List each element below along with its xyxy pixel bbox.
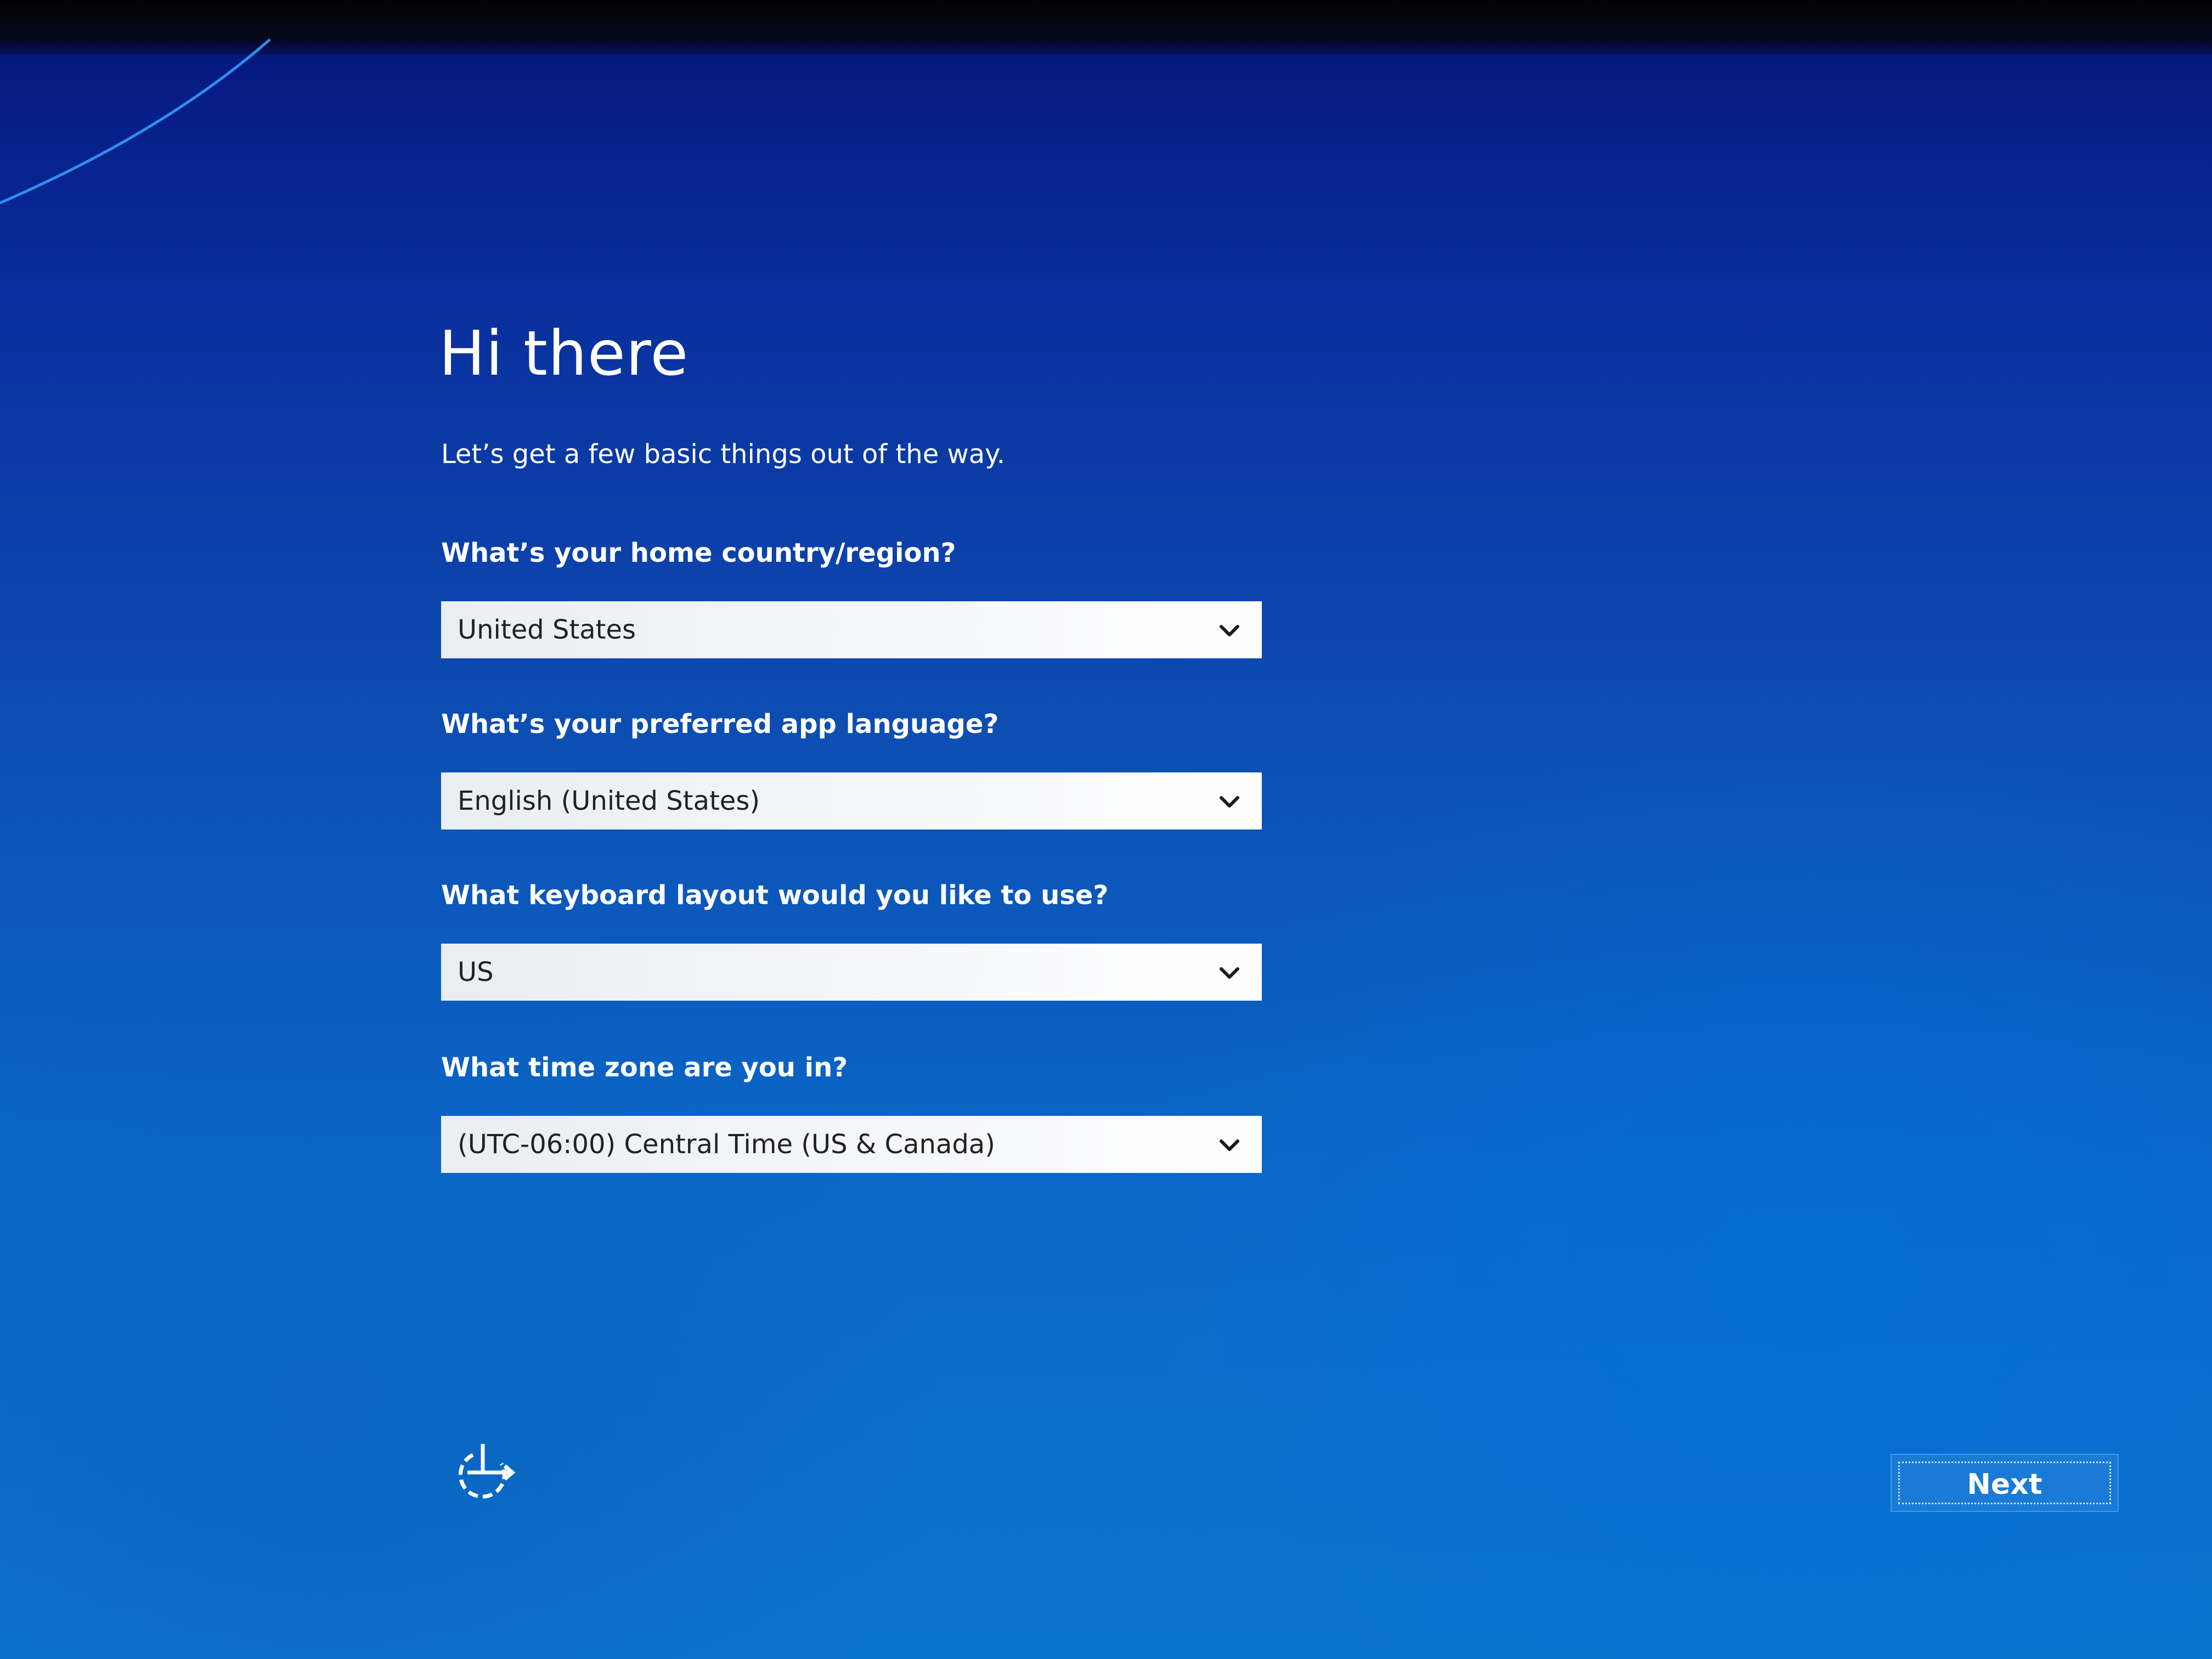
setup-screen: Hi there Let’s get a few basic things ou…: [0, 0, 2212, 1659]
chevron-down-icon: [1220, 625, 1239, 636]
country-select[interactable]: United States: [441, 601, 1262, 658]
next-button-label: Next: [1967, 1468, 2042, 1501]
timezone-select[interactable]: (UTC-06:00) Central Time (US & Canada): [441, 1116, 1262, 1173]
next-button[interactable]: Next: [1891, 1454, 2119, 1512]
chevron-down-icon: [1220, 796, 1239, 808]
language-select-value: English (United States): [458, 786, 760, 816]
chevron-down-icon: [1220, 967, 1239, 979]
ease-of-access-icon[interactable]: [451, 1440, 517, 1505]
page-title: Hi there: [439, 318, 689, 390]
keyboard-question: What keyboard layout would you like to u…: [441, 880, 1109, 911]
decorative-arc: [0, 38, 271, 205]
country-select-value: United States: [458, 614, 636, 645]
language-select[interactable]: English (United States): [441, 772, 1262, 830]
page-subtitle: Let’s get a few basic things out of the …: [441, 439, 1005, 470]
language-question: What’s your preferred app language?: [441, 709, 999, 740]
keyboard-select-value: US: [458, 957, 494, 988]
country-question: What’s your home country/region?: [441, 538, 956, 568]
timezone-select-value: (UTC-06:00) Central Time (US & Canada): [458, 1129, 995, 1160]
screen-bezel: [0, 0, 2212, 55]
chevron-down-icon: [1220, 1139, 1239, 1151]
timezone-question: What time zone are you in?: [441, 1052, 848, 1083]
keyboard-select[interactable]: US: [441, 944, 1262, 1001]
